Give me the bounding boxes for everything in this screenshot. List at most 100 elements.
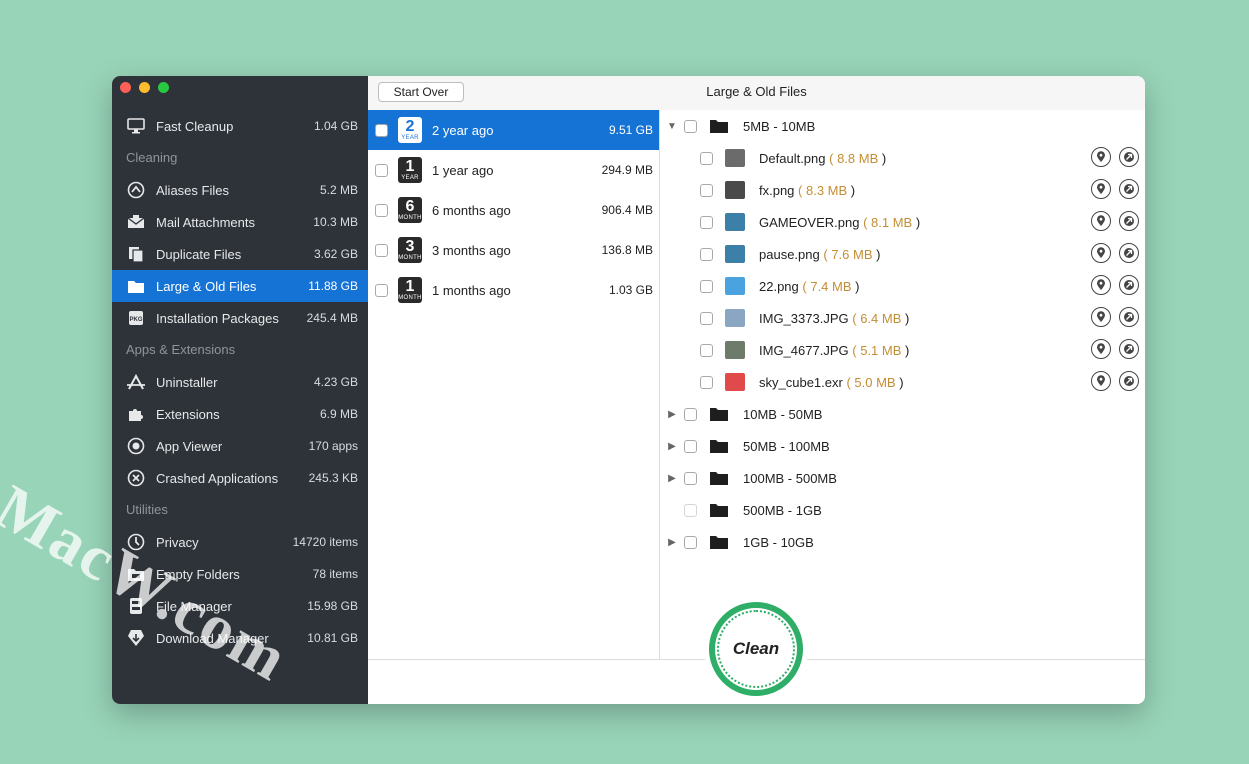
file-name-wrap: fx.png ( 8.3 MB )	[759, 183, 855, 198]
sidebar-item-privacy[interactable]: Privacy 14720 items	[112, 526, 368, 558]
file-name-wrap: pause.png ( 7.6 MB )	[759, 247, 880, 262]
sidebar-item-value: 5.2 MB	[319, 183, 358, 197]
sidebar-item-uninstaller[interactable]: Uninstaller 4.23 GB	[112, 366, 368, 398]
file-row[interactable]: 22.png ( 7.4 MB )	[660, 270, 1145, 302]
folder-icon	[126, 276, 146, 296]
sidebar-item-empty-folders[interactable]: Empty Folders 78 items	[112, 558, 368, 590]
zoom-window-button[interactable]	[158, 82, 169, 93]
file-thumbnail-icon	[725, 341, 745, 359]
reveal-in-finder-icon[interactable]	[1119, 371, 1139, 391]
sidebar-item-installation-packages[interactable]: PKG Installation Packages 245.4 MB	[112, 302, 368, 334]
disclosure-right-icon[interactable]: ▶	[666, 537, 678, 548]
file-row[interactable]: pause.png ( 7.6 MB )	[660, 238, 1145, 270]
age-filter-row[interactable]: 1 YEAR 1 year ago 294.9 MB	[368, 150, 659, 190]
location-pin-icon[interactable]	[1091, 147, 1111, 167]
disclosure-right-icon[interactable]: ▶	[666, 441, 678, 452]
file-checkbox[interactable]	[700, 151, 713, 165]
group-checkbox[interactable]	[684, 471, 697, 485]
tree-group-row[interactable]: ▶ 1GB - 10GB	[660, 526, 1145, 558]
sidebar-item-value: 3.62 GB	[313, 247, 358, 261]
group-checkbox[interactable]	[684, 535, 697, 549]
download-icon	[126, 628, 146, 648]
close-window-button[interactable]	[120, 82, 131, 93]
age-filter-row[interactable]: 2 YEAR 2 year ago 9.51 GB	[368, 110, 659, 150]
age-checkbox[interactable]	[375, 243, 388, 257]
file-size: 5.0 MB	[854, 374, 896, 390]
sidebar-item-mail-attachments[interactable]: Mail Attachments 10.3 MB	[112, 206, 368, 238]
file-row[interactable]: Default.png ( 8.8 MB )	[660, 142, 1145, 174]
reveal-in-finder-icon[interactable]	[1119, 243, 1139, 263]
reveal-in-finder-icon[interactable]	[1119, 179, 1139, 199]
location-pin-icon[interactable]	[1091, 211, 1111, 231]
file-size-close: )	[847, 182, 856, 198]
tree-group-row[interactable]: ▶ 50MB - 100MB	[660, 430, 1145, 462]
sidebar-item-download-manager[interactable]: Download Manager 10.81 GB	[112, 622, 368, 654]
file-checkbox[interactable]	[700, 183, 713, 197]
group-checkbox[interactable]	[684, 119, 697, 133]
disclosure-right-icon[interactable]: ▶	[666, 473, 678, 484]
reveal-in-finder-icon[interactable]	[1119, 211, 1139, 231]
file-name-wrap: 22.png ( 7.4 MB )	[759, 279, 859, 294]
file-thumbnail-icon	[725, 245, 745, 263]
file-checkbox[interactable]	[700, 279, 713, 293]
file-checkbox[interactable]	[700, 375, 713, 389]
file-row[interactable]: sky_cube1.exr ( 5.0 MB )	[660, 366, 1145, 398]
file-row[interactable]: IMG_3373.JPG ( 6.4 MB )	[660, 302, 1145, 334]
sidebar-item-large-old-files[interactable]: Large & Old Files 11.88 GB	[112, 270, 368, 302]
sidebar-item-fast-cleanup[interactable]: Fast Cleanup 1.04 GB	[112, 110, 368, 142]
file-checkbox[interactable]	[700, 311, 713, 325]
disclosure-right-icon[interactable]: ▶	[666, 409, 678, 420]
location-pin-icon[interactable]	[1091, 371, 1111, 391]
age-filter-row[interactable]: 1 MONTH 1 months ago 1.03 GB	[368, 270, 659, 310]
file-checkbox[interactable]	[700, 215, 713, 229]
sidebar-item-label: Installation Packages	[156, 310, 279, 326]
sidebar-item-duplicate-files[interactable]: Duplicate Files 3.62 GB	[112, 238, 368, 270]
file-actions	[1091, 211, 1139, 231]
location-pin-icon[interactable]	[1091, 275, 1111, 295]
start-over-button[interactable]: Start Over	[378, 82, 464, 102]
file-row[interactable]: fx.png ( 8.3 MB )	[660, 174, 1145, 206]
reveal-in-finder-icon[interactable]	[1119, 307, 1139, 327]
location-pin-icon[interactable]	[1091, 179, 1111, 199]
file-row[interactable]: IMG_4677.JPG ( 5.1 MB )	[660, 334, 1145, 366]
file-thumbnail-icon	[725, 149, 745, 167]
reveal-in-finder-icon[interactable]	[1119, 339, 1139, 359]
reveal-in-finder-icon[interactable]	[1119, 275, 1139, 295]
tree-group-row[interactable]: ▶ 10MB - 50MB	[660, 398, 1145, 430]
clean-button[interactable]: Clean	[709, 602, 803, 696]
tree-group-row[interactable]: ▶ 100MB - 500MB	[660, 462, 1145, 494]
sidebar-item-extensions[interactable]: Extensions 6.9 MB	[112, 398, 368, 430]
folder-icon	[709, 503, 729, 518]
file-name: IMG_3373.JPG	[759, 310, 849, 326]
age-filter-row[interactable]: 6 MONTH 6 months ago 906.4 MB	[368, 190, 659, 230]
file-thumbnail-icon	[725, 373, 745, 391]
file-size-close: )	[901, 310, 910, 326]
sidebar-item-file-manager[interactable]: File Manager 15.98 GB	[112, 590, 368, 622]
disclosure-down-icon[interactable]: ▼	[666, 121, 678, 132]
age-checkbox[interactable]	[375, 203, 388, 217]
age-checkbox[interactable]	[375, 283, 388, 297]
file-name: GAMEOVER.png	[759, 214, 860, 230]
reveal-in-finder-icon[interactable]	[1119, 147, 1139, 167]
sidebar-item-label: Large & Old Files	[156, 278, 257, 294]
minimize-window-button[interactable]	[139, 82, 150, 93]
group-checkbox[interactable]	[684, 439, 697, 453]
sidebar-item-aliases-files[interactable]: Aliases Files 5.2 MB	[112, 174, 368, 206]
age-checkbox[interactable]	[375, 123, 388, 137]
group-checkbox[interactable]	[684, 407, 697, 421]
location-pin-icon[interactable]	[1091, 339, 1111, 359]
group-checkbox[interactable]	[684, 503, 697, 517]
age-checkbox[interactable]	[375, 163, 388, 177]
location-pin-icon[interactable]	[1091, 243, 1111, 263]
calendar-icon: 1 YEAR	[398, 157, 422, 183]
file-checkbox[interactable]	[700, 247, 713, 261]
sidebar-item-app-viewer[interactable]: App Viewer 170 apps	[112, 430, 368, 462]
age-filter-row[interactable]: 3 MONTH 3 months ago 136.8 MB	[368, 230, 659, 270]
file-checkbox[interactable]	[700, 343, 713, 357]
tree-group-row[interactable]: ▼ 5MB - 10MB	[660, 110, 1145, 142]
sidebar-item-crashed-applications[interactable]: Crashed Applications 245.3 KB	[112, 462, 368, 494]
sidebar-item-label: App Viewer	[156, 438, 223, 454]
file-row[interactable]: GAMEOVER.png ( 8.1 MB )	[660, 206, 1145, 238]
location-pin-icon[interactable]	[1091, 307, 1111, 327]
tree-group-row[interactable]: 500MB - 1GB	[660, 494, 1145, 526]
